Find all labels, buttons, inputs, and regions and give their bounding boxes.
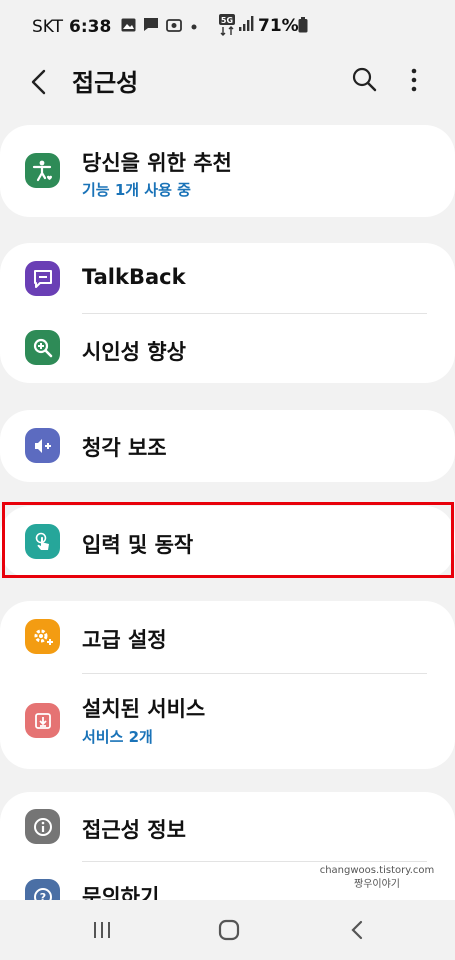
- more-vertical-icon: [411, 68, 417, 92]
- card-recommended: 당신을 위한 추천 기능 1개 사용 중: [0, 125, 455, 217]
- recent-apps-icon: [94, 922, 110, 938]
- menu-item-title: 입력 및 동작: [82, 533, 194, 557]
- app-bar: 접근성: [0, 54, 455, 108]
- menu-item-title: 고급 설정: [82, 628, 167, 652]
- search-icon: [352, 67, 377, 92]
- download-box-icon: [25, 703, 60, 738]
- menu-item-visibility[interactable]: 시인성 향상: [0, 313, 455, 383]
- more-options-button[interactable]: [398, 64, 430, 96]
- menu-item-title: 설치된 서비스: [82, 697, 206, 721]
- menu-item-title: 청각 보조: [82, 436, 167, 460]
- menu-item-title: 당신을 위한 추천: [82, 151, 232, 175]
- recent-apps-button[interactable]: [90, 918, 118, 942]
- touch-hand-icon: [25, 524, 60, 559]
- info-icon: [25, 809, 60, 844]
- menu-item-installed-services[interactable]: 설치된 서비스 서비스 2개: [0, 673, 455, 769]
- card-hearing: 청각 보조: [0, 410, 455, 482]
- watermark-blog: 짱우이야기: [354, 879, 400, 890]
- menu-item-recommended[interactable]: 당신을 위한 추천 기능 1개 사용 중: [0, 125, 455, 217]
- menu-item-talkback[interactable]: TalkBack: [0, 243, 455, 313]
- clock: 6:38: [69, 17, 112, 37]
- chat-bubble-icon: [25, 261, 60, 296]
- zoom-in-icon: [25, 330, 60, 365]
- home-icon: [218, 919, 240, 941]
- search-button[interactable]: [349, 64, 381, 96]
- menu-item-title: TalkBack: [82, 265, 186, 289]
- accessibility-person-icon: [25, 153, 60, 188]
- menu-item-advanced[interactable]: 고급 설정: [0, 601, 455, 673]
- chevron-left-icon: [31, 69, 46, 95]
- navigation-bar: [0, 900, 455, 960]
- back-button[interactable]: [22, 64, 58, 100]
- menu-item-title: 시인성 향상: [82, 340, 186, 364]
- menu-item-hearing[interactable]: 청각 보조: [0, 410, 455, 482]
- card-advanced: 고급 설정 설치된 서비스 서비스 2개: [0, 601, 455, 769]
- menu-item-subtitle: 기능 1개 사용 중: [82, 181, 191, 199]
- watermark-url: changwoos.tistory.com: [319, 865, 435, 876]
- network-label: 5G: [221, 16, 233, 25]
- menu-item-interaction[interactable]: 입력 및 동작: [0, 506, 455, 578]
- watermark: changwoos.tistory.com 짱우이야기: [315, 864, 439, 892]
- volume-plus-icon: [25, 428, 60, 463]
- battery-icon: [298, 17, 308, 37]
- accessibility-screen: SKT 6:38 5G 71% 접근성 당신을 위한 추천 기능 1개 사용 중…: [0, 0, 455, 960]
- page-title: 접근성: [72, 69, 139, 97]
- card-interaction: 입력 및 동작: [0, 506, 455, 578]
- nav-back-button[interactable]: [346, 918, 374, 942]
- gear-plus-icon: [25, 619, 60, 654]
- home-button[interactable]: [217, 918, 245, 942]
- more-notifications-dot-icon: [189, 17, 199, 37]
- app-notification-icon: [166, 17, 183, 37]
- message-icon: [143, 17, 159, 37]
- network-5g-icon: 5G: [219, 14, 235, 40]
- card-vision: TalkBack 시인성 향상: [0, 243, 455, 383]
- battery-percent: 71%: [258, 16, 299, 36]
- carrier-label: SKT: [32, 17, 64, 37]
- menu-item-about[interactable]: 접근성 정보: [0, 792, 455, 862]
- menu-item-title: 접근성 정보: [82, 818, 186, 842]
- back-icon: [351, 920, 363, 940]
- signal-icon: [238, 16, 256, 36]
- menu-item-subtitle: 서비스 2개: [82, 728, 153, 746]
- gallery-icon: [121, 17, 136, 37]
